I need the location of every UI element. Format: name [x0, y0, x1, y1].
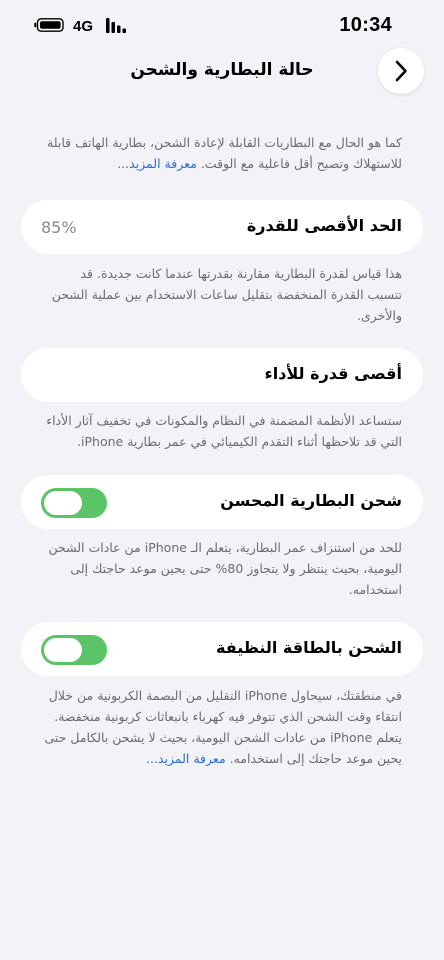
optimized-charging-row: شحن البطارية المحسن [21, 475, 423, 529]
chevron-right-icon [395, 60, 407, 82]
clean-energy-toggle[interactable] [41, 635, 107, 665]
intro-description: كما هو الحال مع البطاريات القابلة لإعادة… [47, 135, 402, 171]
intro-text: كما هو الحال مع البطاريات القابلة لإعادة… [44, 132, 402, 174]
max-capacity-value: 85% [41, 218, 77, 237]
signal-bars-icon [106, 18, 126, 33]
clean-energy-footnote: في منطقتك، سيحاول iPhone التقليل من البص… [44, 685, 402, 769]
max-capacity-row: الحد الأقصى للقدرة 85% [21, 200, 423, 254]
peak-performance-footnote: ستساعد الأنظمة المضمنة في النظام والمكون… [46, 413, 402, 449]
optimized-charging-toggle[interactable] [41, 488, 107, 518]
clean-energy-label: الشحن بالطاقة النظيفة [216, 638, 402, 657]
learn-more-link[interactable]: معرفة المزيد... [117, 156, 197, 171]
clean-energy-row: الشحن بالطاقة النظيفة [21, 622, 423, 676]
back-button[interactable] [378, 48, 424, 94]
optimized-charging-footnote: للحد من استنزاف عمر البطارية، يتعلم الـ … [48, 540, 403, 597]
peak-performance-row: أقصى قدرة للأداء [21, 348, 423, 402]
network-type: 4G [73, 18, 94, 35]
toggle-knob [44, 638, 82, 662]
peak-performance-label: أقصى قدرة للأداء [264, 364, 402, 383]
status-bar: 4G 10:34 [0, 0, 444, 52]
max-capacity-footnote: هذا قياس لقدرة البطارية مقارنة بقدرتها ع… [51, 266, 402, 323]
max-capacity-label: الحد الأقصى للقدرة [246, 216, 402, 235]
battery-icon [34, 18, 64, 32]
learn-more-link[interactable]: معرفة المزيد... [146, 751, 226, 766]
toggle-knob [44, 491, 82, 515]
optimized-charging-label: شحن البطارية المحسن [220, 491, 402, 510]
status-time: 10:34 [339, 14, 392, 36]
